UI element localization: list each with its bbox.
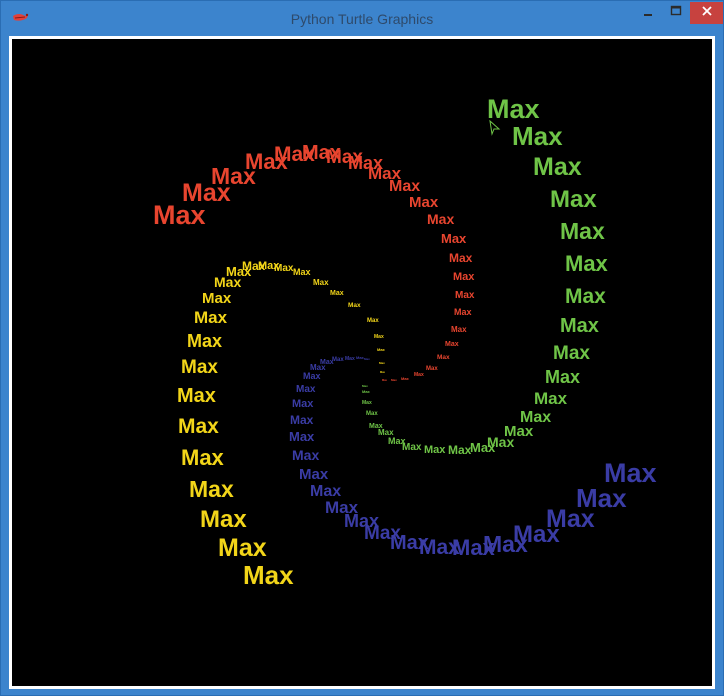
close-button[interactable] — [690, 2, 723, 24]
spiral-word-yellow-5: Max — [178, 415, 219, 438]
spiral-word-blue-10: Max — [325, 498, 359, 517]
spiral-word-red-9: Max — [389, 178, 420, 195]
spiral-word-yellow-9: Max — [194, 308, 228, 327]
spiral-word-green-10: Max — [534, 389, 568, 408]
spiral-word-yellow-3: Max — [189, 476, 234, 502]
spiral-word-blue-12: Max — [299, 466, 329, 483]
close-icon — [701, 4, 713, 22]
spiral-word-yellow-21: Max — [374, 334, 384, 340]
spiral-word-blue-15: Max — [290, 413, 314, 427]
spiral-word-blue-24: Max — [364, 357, 370, 361]
spiral-word-green-16: Max — [424, 444, 446, 456]
spiral-word-yellow-17: Max — [313, 278, 329, 287]
spiral-word-green-9: Max — [545, 367, 580, 387]
minimize-icon — [642, 4, 654, 22]
spiral-word-red-20: Max — [426, 366, 438, 372]
spiral-word-yellow-6: Max — [177, 385, 216, 407]
spiral-word-blue-11: Max — [310, 483, 341, 500]
spiral-word-red-12: Max — [441, 231, 467, 246]
spiral-word-blue-17: Max — [296, 384, 316, 395]
spiral-word-yellow-22: Max — [377, 347, 386, 352]
spiral-word-red-21: Max — [414, 372, 424, 378]
spiral-word-green-4: Max — [560, 218, 605, 244]
turtle-canvas[interactable]: Max Max Max Max Max Max Max Max Max Max Max Max Max M… — [12, 39, 712, 686]
canvas-frame: Max Max Max Max Max Max Max Max Max Max Max Max Max M… — [9, 36, 715, 689]
spiral-word-green-21: Max — [366, 411, 378, 417]
spiral-word-red-22: Max — [401, 376, 410, 381]
spiral-word-blue-21: Max — [332, 357, 344, 363]
spiral-word-blue-14: Max — [289, 429, 315, 444]
app-window: Python Turtle Graphics Max Max Max Max Max Ma… — [0, 0, 724, 696]
spiral-word-green-22: Max — [362, 400, 372, 406]
spiral-word-green-8: Max — [553, 343, 590, 364]
minimize-button[interactable] — [633, 2, 663, 24]
spiral-word-green-5: Max — [565, 251, 609, 276]
spiral-word-green-2: Max — [533, 153, 582, 181]
maximize-button[interactable] — [663, 2, 689, 24]
spiral-word-red-24: Max — [382, 379, 387, 382]
spiral-word-green-0: Max — [487, 94, 540, 124]
spiral-word-yellow-2: Max — [200, 506, 247, 533]
spiral-word-yellow-8: Max — [187, 331, 222, 351]
spiral-word-red-10: Max — [409, 194, 439, 211]
spiral-word-yellow-7: Max — [181, 357, 218, 378]
spiral-word-blue-18: Max — [303, 371, 321, 381]
spiral-word-red-18: Max — [445, 341, 459, 348]
spiral-word-yellow-24: Max — [380, 371, 385, 374]
spiral-word-yellow-18: Max — [330, 290, 344, 297]
spiral-word-red-17: Max — [451, 325, 467, 334]
spiral-word-red-16: Max — [454, 307, 472, 317]
spiral-word-green-23: Max — [362, 389, 371, 394]
spiral-word-green-18: Max — [388, 436, 406, 446]
window-title: Python Turtle Graphics — [290, 11, 434, 27]
spiral-word-green-20: Max — [369, 423, 383, 430]
spiral-word-yellow-20: Max — [367, 318, 379, 324]
spiral-word-yellow-16: Max — [293, 267, 311, 277]
spiral-word-green-14: Max — [470, 440, 496, 455]
spiral-word-red-14: Max — [453, 271, 475, 283]
spiral-word-red-11: Max — [427, 211, 454, 227]
title-bar[interactable]: Python Turtle Graphics — [1, 1, 723, 36]
spiral-word-red-19: Max — [437, 354, 450, 361]
spiral-word-blue-16: Max — [292, 398, 314, 410]
spiral-word-yellow-0: Max — [243, 560, 294, 590]
spiral-word-yellow-10: Max — [202, 290, 232, 307]
spiral-word-yellow-15: Max — [274, 263, 294, 274]
spiral-word-green-15: Max — [448, 443, 472, 457]
spiral-word-yellow-1: Max — [218, 534, 267, 562]
spiral-word-yellow-23: Max — [379, 361, 385, 365]
spiral-word-green-24: Max — [362, 384, 368, 388]
spiral-drawing: MaxMaxMaxMaxMaxMaxMaxMaxMaxMaxMaxMaxMaxM… — [153, 94, 657, 590]
spiral-word-green-7: Max — [560, 315, 599, 337]
spiral-word-red-13: Max — [449, 251, 473, 265]
spiral-word-green-6: Max — [565, 285, 606, 308]
spiral-word-red-23: Max — [391, 378, 397, 382]
maximize-icon — [670, 4, 682, 22]
spiral-word-blue-13: Max — [292, 447, 319, 463]
spiral-word-red-15: Max — [455, 290, 475, 301]
spiral-word-green-3: Max — [550, 186, 597, 213]
spiral-word-yellow-19: Max — [348, 302, 361, 309]
spiral-word-blue-22: Max — [345, 356, 355, 362]
spiral-word-yellow-4: Max — [181, 445, 225, 470]
spiral-word-green-1: Max — [512, 121, 563, 151]
